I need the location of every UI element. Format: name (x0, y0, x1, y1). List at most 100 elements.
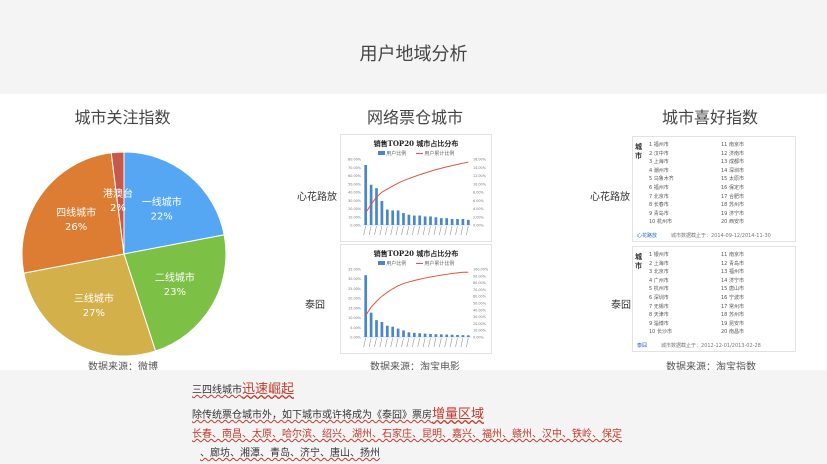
mini-bar (445, 218, 449, 225)
mini-x-tick (412, 337, 415, 348)
city-attention-pie-chart: 一线城市 22% 二线城市 23% 三线城市 27% 四线城市 26% 港澳台 2% (21, 151, 227, 357)
mini-x-tick (455, 337, 458, 348)
mini-bar (375, 188, 378, 225)
mini-y-tick-right: 14.00% (473, 166, 487, 170)
mini-bar (434, 217, 438, 225)
mini-bar (456, 334, 459, 337)
mini-x-tick (460, 225, 464, 236)
mini-x-tick (422, 337, 426, 348)
mini-y-tick-left: 25.00% (348, 287, 362, 291)
mini-x-tick (449, 337, 453, 348)
mini-bar (407, 332, 411, 337)
mini-bar (466, 219, 470, 225)
mini-y-tick-right: 30.00% (473, 315, 487, 319)
mini-y-tick-left: 80.00% (348, 158, 362, 162)
mini-x-tick (433, 337, 437, 348)
mini-y-tick-right: 12.00% (473, 174, 487, 178)
mini-x-tick (390, 225, 393, 236)
mini-bar (429, 334, 432, 337)
mini-y-tick-right: 60.00% (473, 295, 487, 299)
mini-y-tick-right: 6.00% (473, 199, 485, 203)
page-title: 用户地域分析 (359, 44, 468, 65)
mini-y-tick-right: 80.00% (473, 281, 487, 285)
bullet-line-2: 除传统票仓城市外，如下城市或许将成为《泰囧》票房增量区域 (192, 403, 484, 422)
mini-y-tick-left: 35.00% (348, 268, 362, 272)
mini-y-tick-right: 10.00% (473, 329, 487, 333)
city-attention-title: 城市关注指数 (74, 108, 171, 127)
mini-chart-title: 销售TOP20 城市占比分布 (373, 139, 459, 148)
mini-x-tick (368, 225, 372, 236)
mini-y-tick-left: 0.00% (350, 224, 362, 228)
mini-x-tick (401, 225, 404, 236)
mini-x-tick (363, 337, 366, 348)
mini-x-tick (374, 225, 377, 236)
pie-value-4: 2% (110, 203, 126, 214)
mini-y-tick-right: 70.00% (473, 288, 487, 292)
mini-bar (423, 333, 427, 337)
mini-y-tick-left: 70.00% (348, 166, 362, 170)
mini-bar (380, 322, 384, 337)
mini-bar (418, 333, 422, 337)
mini-y-tick-left: 10.00% (348, 215, 362, 219)
mini-x-tick (395, 337, 399, 348)
table-col-2: 11 南京市 12 青岛市 13 福州市 14 济宁市 15 唐山市 16 宁波市 17 常… (721, 252, 744, 336)
mini-bar (461, 219, 465, 225)
bullet-line-1: 三四线城市迅速崛起 (192, 378, 294, 397)
pie-value-2: 27% (83, 308, 105, 319)
table-col-1: 1 福州市 2 汉中市 3 上海市 4 潮州市 5 乌鲁木齐 6 福州市 7 北京市 8 长春… (649, 142, 674, 226)
mini-x-tick (395, 225, 399, 236)
mini-bar (385, 325, 389, 337)
mini-y-tick-right: 90.00% (473, 274, 487, 278)
mini-x-tick (444, 337, 447, 348)
pie-label-3: 四线城市 (56, 206, 96, 219)
box-office-label-1: 心花路放 (297, 192, 337, 203)
pie-label-0: 一线城市 (142, 195, 182, 208)
box-office-label-2: 泰囧 (305, 300, 325, 311)
mini-y-tick-left: 30.00% (348, 199, 362, 203)
mini-y-tick-right: 16.00% (473, 158, 487, 162)
mini-bar (429, 216, 432, 225)
mini-x-tick (439, 337, 442, 348)
mini-x-tick (379, 337, 383, 348)
mini-x-tick (417, 225, 420, 236)
city-pref-label-1: 心花路放 (590, 192, 630, 203)
mini-bar (385, 209, 389, 225)
table-footer: 泰囧 城市数据截止于：2012-12-01/2013-02-28 (637, 343, 761, 349)
bullet-line-4: 、廊坊、湘潭、青岛、济宁、唐山、扬州 (200, 444, 380, 459)
mini-bar (418, 215, 422, 225)
mini-x-tick (444, 225, 447, 236)
mini-y-tick-right: 20.00% (473, 322, 487, 326)
mini-bar (412, 215, 416, 225)
bullet-line-3-text: 长春、南昌、太原、哈尔滨、绍兴、湖州、石家庄、昆明、嘉兴、福州、赣州、汉中、铁岭… (192, 429, 622, 440)
mini-x-tick (455, 225, 458, 236)
mini-x-tick (379, 225, 383, 236)
mini-x-tick (412, 225, 415, 236)
mini-x-tick (368, 337, 372, 348)
bullet-line-2-highlight: 增量区域 (432, 407, 485, 422)
mini-bar (407, 214, 411, 225)
mini-bar (391, 326, 395, 337)
mini-y-tick-right: 50.00% (473, 302, 487, 306)
table-side-label: 城市 (635, 143, 642, 160)
mini-chart-title: 销售TOP20 城市占比分布 (373, 249, 459, 258)
mini-x-tick (363, 225, 366, 236)
table-side-label: 城市 (635, 253, 642, 270)
mini-bar (461, 335, 465, 337)
mini-x-tick (466, 225, 469, 236)
table-col-1: 1 银州市 2 上海市 3 北京市 4 广州市 5 杭州市 6 深圳市 7 无锡市 8 天津市… (649, 252, 672, 336)
mini-y-tick-right: 4.00% (473, 207, 485, 211)
mini-y-tick-right: 100.00% (473, 268, 489, 272)
mini-x-tick (385, 225, 388, 236)
mini-x-tick (466, 337, 469, 348)
mini-x-tick (406, 225, 410, 236)
mini-bar (439, 334, 443, 337)
pie-label-2: 三线城市 (74, 292, 114, 305)
bullet-line-1-text: 三四线城市 (192, 385, 242, 396)
mini-bar (396, 210, 400, 225)
mini-x-tick (401, 337, 404, 348)
table-link[interactable]: 泰囧 (637, 343, 647, 349)
table-link[interactable]: 心花路放 (637, 233, 657, 239)
box-office-chart-2: 销售TOP20 城市占比分布 用户比例 用户累计比例 35.00% 30.00% 2… (340, 244, 492, 354)
mini-x-tick (406, 337, 410, 348)
mini-bar (391, 210, 395, 225)
